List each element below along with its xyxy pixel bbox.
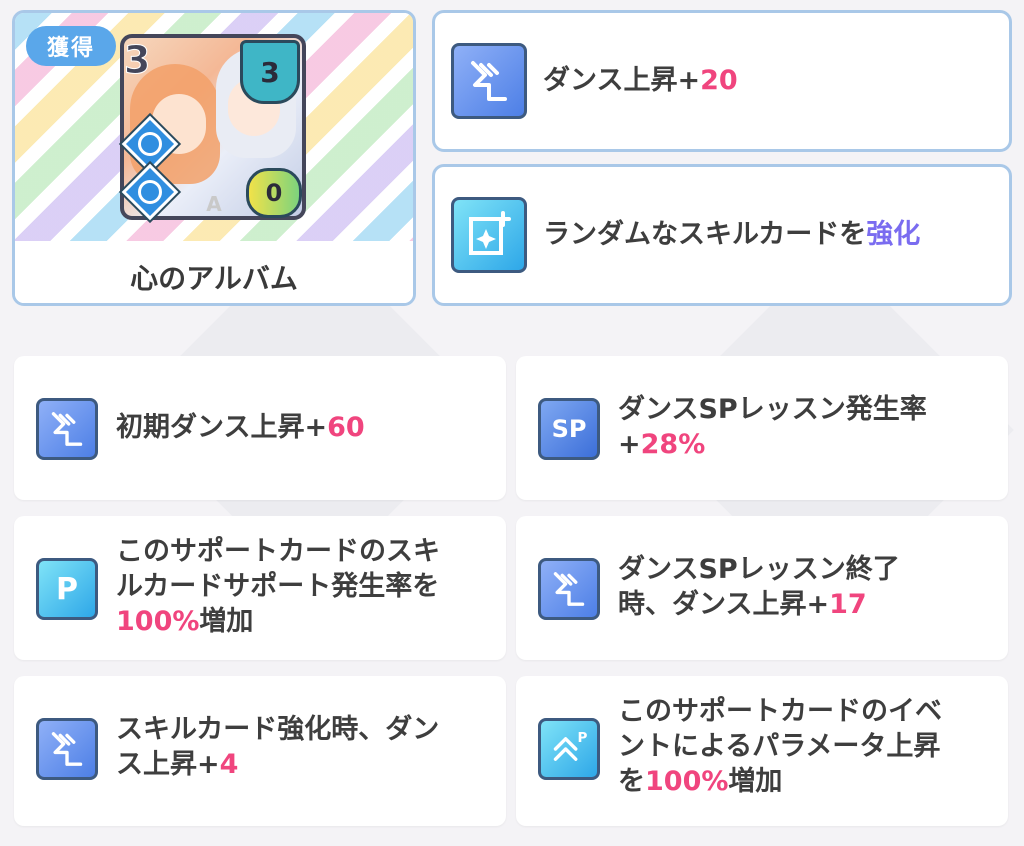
stat-panel-skill-enhance[interactable]: ランダムなスキルカードを強化 [432,164,1012,306]
ability-value: 28% [640,429,706,461]
event-param-icon: P [538,718,600,780]
ability-line: を100%増加 [618,764,942,799]
stat-panel-dance[interactable]: ダンス上昇+20 [432,10,1012,152]
stat-text: ダンス上昇+20 [543,63,738,98]
ability-label: スキルカード強化時、ダン [116,714,440,745]
ability-line: ス上昇+4 [116,747,439,782]
dance-boost-icon [36,718,98,780]
ability-cell[interactable]: P このサポートカードのスキ ルカードサポート発生率を 100%増加 [14,516,506,660]
ability-text: スキルカード強化時、ダン ス上昇+4 [116,712,439,782]
stat-value: 20 [700,65,738,96]
dance-boost-icon [451,43,527,119]
ability-cell[interactable]: ダンスSPレッスン終了 時、ダンス上昇+17 [516,516,1008,660]
ability-text: このサポートカードのスキ ルカードサポート発生率を 100%増加 [116,534,440,639]
ability-value: 17 [829,589,867,621]
support-p-icon: P [36,558,98,620]
stat-label: ダンス上昇+ [543,65,701,96]
ability-line: 時、ダンス上昇+17 [618,587,900,622]
ability-text: ダンスSPレッスン発生率 +28% [618,392,927,462]
stat-label: ランダムなスキルカードを [543,219,867,250]
ability-line: 100%増加 [116,604,440,639]
skill-card-enhance-icon [451,197,527,273]
sp-icon-label: SP [551,415,587,443]
ability-label: このサポートカードのスキ [116,536,440,567]
p-icon-label: P [577,730,587,746]
ability-line: +28% [618,427,927,462]
ability-text: このサポートカードのイベ ントによるパラメータ上昇 を100%増加 [618,694,942,799]
dance-boost-icon [36,398,98,460]
ability-prefix: を [618,766,645,798]
ability-label: ントによるパラメータ上昇 [618,731,941,763]
p-icon-label: P [56,571,78,607]
ability-value: 100% [645,766,729,798]
ability-text: 初期ダンス上昇+60 [116,410,365,445]
ability-cell[interactable]: SP ダンスSPレッスン発生率 +28% [516,356,1008,500]
shield-badge: 3 [240,40,300,104]
ability-cell[interactable]: 初期ダンス上昇+60 [14,356,506,500]
heart-badge: 0 [246,168,302,218]
dance-boost-icon [538,558,600,620]
ability-label: ス上昇+ [116,749,220,781]
rarity-letter: A [206,192,222,216]
ability-value: 4 [219,749,239,781]
ability-suffix: 増加 [728,766,783,798]
ability-value: 100% [116,606,200,638]
sp-icon: SP [538,398,600,460]
ability-text: ダンスSPレッスン終了 時、ダンス上昇+17 [618,552,900,622]
ability-label: ルカードサポート発生率を [116,571,440,603]
ability-label: ダンスSPレッスン発生率 [618,394,927,425]
ability-prefix: + [618,429,641,461]
stat-text: ランダムなスキルカードを強化 [543,217,920,252]
acquired-badge: 獲得 [26,26,116,66]
ability-label: ダンスSPレッスン終了 [618,554,900,585]
card-cost: 3 [123,38,151,83]
ability-cell[interactable]: P このサポートカードのイベ ントによるパラメータ上昇 を100%増加 [516,676,1008,826]
card-name: 心のアルバム [130,262,298,295]
card-name-area: 心のアルバム [15,241,413,303]
ability-value: 60 [327,412,365,443]
ability-label: 時、ダンス上昇+ [618,589,830,621]
ability-label: 初期ダンス上昇+ [116,412,328,443]
stat-value: 強化 [866,219,921,250]
ability-label: このサポートカードのイベ [618,696,942,727]
ability-suffix: 増加 [199,606,254,638]
ability-cell[interactable]: スキルカード強化時、ダン ス上昇+4 [14,676,506,826]
